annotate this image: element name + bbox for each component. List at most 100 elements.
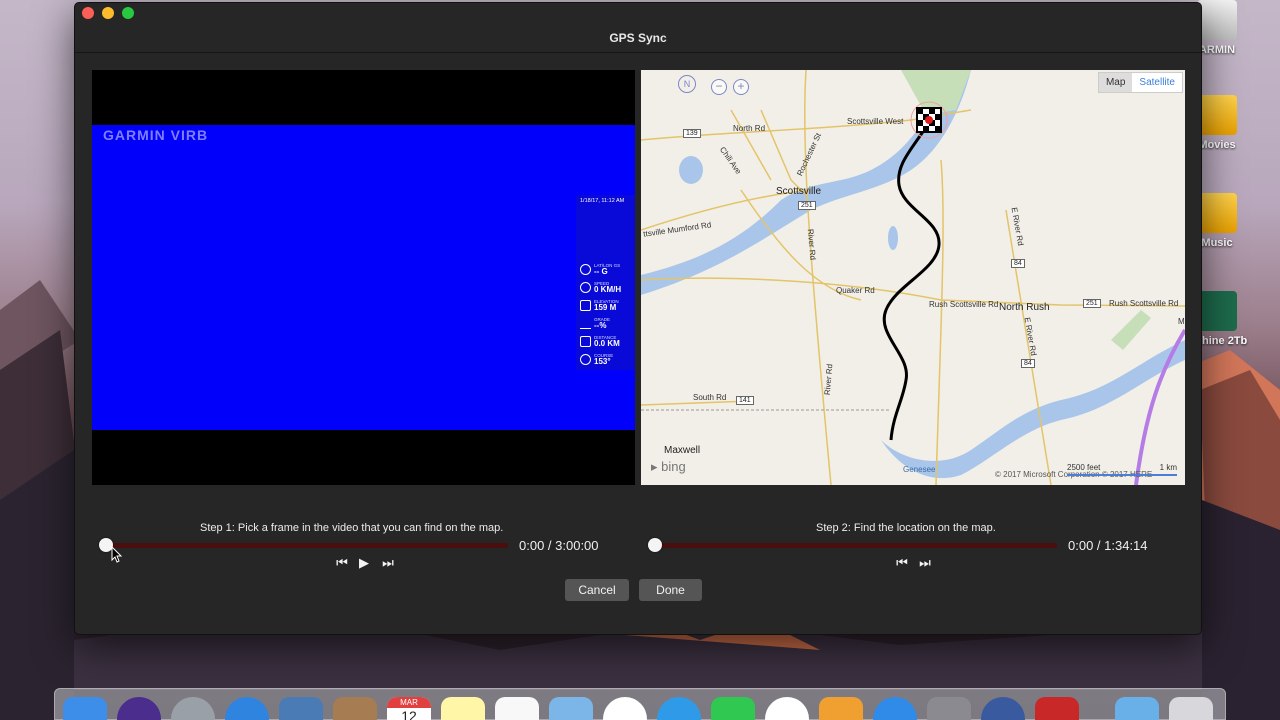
- route-shield: 139: [683, 129, 701, 138]
- calendar-day: 12: [401, 708, 417, 720]
- pond: [679, 156, 703, 184]
- hud-row: LAT/LON GS -- G: [580, 260, 635, 278]
- telemetry-overlay: 1/18/17, 11:12 AM LAT/LON GS -- G SPEED 0 …: [576, 195, 635, 370]
- gforce-icon: [580, 263, 591, 275]
- pond: [888, 226, 898, 250]
- map-controls: N − +: [669, 74, 749, 100]
- track-scrubber[interactable]: [655, 543, 1057, 548]
- map-label: Genesee: [903, 465, 936, 474]
- desktop-icon-label: ARMIN: [1198, 44, 1236, 56]
- window-title: GPS Sync: [609, 31, 667, 45]
- hud-value: --%: [594, 320, 607, 330]
- time-machine-icon: [1197, 291, 1237, 331]
- scale-feet: 2500 feet: [1067, 463, 1101, 472]
- zoom-in-icon[interactable]: +: [733, 79, 749, 95]
- next-frame-icon[interactable]: ⏭: [381, 556, 395, 570]
- map-town-label: North Rush: [999, 302, 1050, 313]
- folder-icon: [1197, 193, 1237, 233]
- video-time: 0:00 / 3:00:00: [519, 538, 599, 553]
- map-label: North Rd: [733, 124, 766, 133]
- gps-sync-window: GPS Sync GARMIN VIRB 1/18/17, 11:12 AM L…: [74, 2, 1202, 635]
- virb-edit-icon[interactable]: [1035, 697, 1079, 720]
- hud-value: -- G: [594, 266, 608, 276]
- title-divider: [75, 52, 1201, 53]
- scale-km: 1 km: [1159, 463, 1177, 472]
- map-town-label: Maxwell: [664, 445, 701, 456]
- map-type-satellite-button[interactable]: Satellite: [1132, 73, 1182, 92]
- facetime-icon[interactable]: [711, 697, 755, 720]
- contacts-icon[interactable]: [333, 697, 377, 720]
- hud-row: DISTANCE 0.0 KM: [580, 332, 635, 350]
- map-label: South Rd: [693, 393, 727, 402]
- launchpad-icon[interactable]: [171, 697, 215, 720]
- mail-icon[interactable]: [279, 697, 323, 720]
- downloads-folder-icon[interactable]: [1115, 697, 1159, 720]
- track-time: 0:00 / 1:34:14: [1068, 538, 1148, 553]
- folder-icon: [1197, 95, 1237, 135]
- hud-value: 153°: [594, 356, 611, 366]
- track-scrubber-handle[interactable]: [648, 538, 662, 552]
- hud-value: 159 M: [594, 302, 617, 312]
- close-button[interactable]: [82, 7, 94, 19]
- zoom-out-icon[interactable]: −: [711, 79, 727, 95]
- siri-icon[interactable]: [117, 697, 161, 720]
- route-shield: 251: [1083, 299, 1101, 308]
- zoom-button[interactable]: [122, 7, 134, 19]
- done-button[interactable]: Done: [639, 579, 702, 601]
- hud-row: COURSE 153°: [580, 350, 635, 368]
- map-panel[interactable]: N − + Map Satellite North Rd Scottsville…: [641, 70, 1185, 485]
- compass-icon[interactable]: N: [669, 74, 705, 100]
- dock: MAR 12: [54, 688, 1226, 720]
- app-store-icon[interactable]: [873, 697, 917, 720]
- desktop-icon-label: Movies: [1198, 139, 1236, 151]
- map-label: M: [1178, 317, 1185, 326]
- map-type-map-button[interactable]: Map: [1098, 73, 1133, 92]
- map-town-label: Scottsville: [776, 186, 822, 197]
- minimize-button[interactable]: [102, 7, 114, 19]
- speed-icon: [580, 281, 591, 293]
- map-label: Rush Scottsville Rd: [929, 300, 999, 309]
- hud-value: 0.0 KM: [594, 338, 620, 348]
- elevation-icon: [580, 299, 591, 311]
- route-shield: 84: [1011, 259, 1025, 268]
- cancel-button[interactable]: Cancel: [565, 579, 629, 601]
- roads: [641, 70, 1185, 485]
- mouse-cursor-icon: [111, 546, 123, 563]
- bing-label: bing: [661, 459, 686, 474]
- desktop-icon-label: Music: [1201, 237, 1233, 249]
- park-area: [1111, 310, 1151, 350]
- distance-icon: [580, 335, 591, 347]
- hud-row: ELEVATION 159 M: [580, 296, 635, 314]
- itunes-icon[interactable]: [765, 697, 809, 720]
- photos-icon[interactable]: [603, 697, 647, 720]
- video-panel[interactable]: GARMIN VIRB 1/18/17, 11:12 AM LAT/LON GS…: [92, 70, 635, 485]
- video-frame: GARMIN VIRB 1/18/17, 11:12 AM LAT/LON GS…: [92, 125, 635, 430]
- reminders-icon[interactable]: [495, 697, 539, 720]
- calendar-icon[interactable]: MAR 12: [387, 697, 431, 720]
- play-icon[interactable]: ▶: [357, 556, 371, 570]
- map-label: Rush Scottsville Rd: [1109, 299, 1179, 308]
- garmin-express-icon[interactable]: [981, 697, 1025, 720]
- track-next-icon[interactable]: ⏭: [918, 556, 932, 570]
- ibooks-icon[interactable]: [819, 697, 863, 720]
- trash-icon[interactable]: [1169, 697, 1213, 720]
- map-canvas[interactable]: [641, 70, 1185, 485]
- previous-frame-icon[interactable]: ⏮: [335, 556, 349, 570]
- hud-row: SPEED 0 KM/H: [580, 278, 635, 296]
- system-preferences-icon[interactable]: [927, 697, 971, 720]
- track-previous-icon[interactable]: ⏮: [895, 556, 909, 570]
- notes-icon[interactable]: [441, 697, 485, 720]
- hud-value: 0 KM/H: [594, 284, 622, 294]
- window-controls: [82, 7, 134, 19]
- scale-bar: [1067, 474, 1177, 476]
- calendar-month: MAR: [387, 697, 431, 708]
- step1-instruction: Step 1: Pick a frame in the video that y…: [200, 522, 504, 534]
- keynote-icon[interactable]: [549, 697, 593, 720]
- safari-icon[interactable]: [225, 697, 269, 720]
- finder-icon[interactable]: [63, 697, 107, 720]
- video-scrubber[interactable]: [106, 543, 508, 548]
- messages-icon[interactable]: [657, 697, 701, 720]
- drive-icon: [1197, 0, 1237, 40]
- compass-north-label: N: [678, 75, 696, 93]
- marker-center: [925, 116, 933, 124]
